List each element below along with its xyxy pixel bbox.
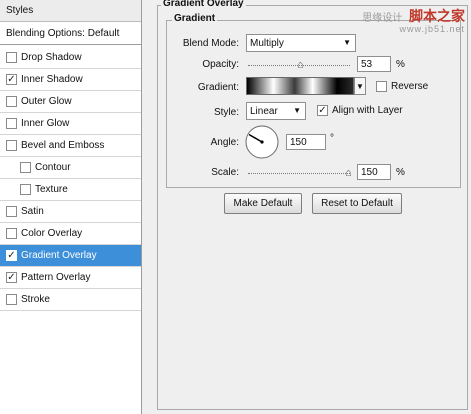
style-item-label: Gradient Overlay — [21, 250, 97, 261]
style-item-label: Contour — [35, 162, 71, 173]
scale-input[interactable]: 150 — [357, 164, 391, 180]
styles-header-label: Styles — [6, 5, 34, 16]
angle-unit: ° — [330, 133, 334, 144]
align-with-layer-checkbox[interactable]: ✓ — [317, 105, 328, 116]
blend-mode-dropdown[interactable]: Multiply ▼ — [246, 34, 356, 52]
style-value: Linear — [250, 105, 278, 117]
gradient-picker[interactable] — [246, 77, 354, 95]
section-title: Gradient Overlay — [161, 0, 246, 9]
reverse-option[interactable]: Reverse — [376, 81, 428, 92]
style-item-inner-glow[interactable]: Inner Glow — [0, 113, 141, 135]
scale-label: Scale: — [211, 167, 239, 178]
scale-unit: % — [396, 167, 405, 178]
gradient-label: Gradient: — [197, 82, 239, 93]
style-item-label: Drop Shadow — [21, 52, 82, 63]
style-item-inner-shadow[interactable]: ✓ Inner Shadow — [0, 69, 141, 91]
bevel-emboss-checkbox[interactable] — [6, 140, 17, 151]
scale-slider-track[interactable] — [248, 173, 350, 174]
make-default-button[interactable]: Make Default — [224, 193, 302, 214]
dropdown-arrow-icon: ▼ — [293, 106, 301, 115]
style-item-label: Outer Glow — [21, 96, 72, 107]
reverse-label: Reverse — [391, 81, 429, 92]
blending-options-item[interactable]: Blending Options: Default — [0, 23, 141, 45]
blend-mode-value: Multiply — [250, 37, 284, 49]
watermark-url: www.jb51.net — [399, 24, 465, 34]
opacity-slider-thumb[interactable]: ⌂ — [297, 60, 304, 71]
blending-options-label: Blending Options: Default — [6, 28, 120, 39]
opacity-label: Opacity: — [202, 59, 239, 70]
style-item-label: Satin — [21, 206, 44, 217]
opacity-value: 53 — [361, 58, 373, 70]
style-item-label: Inner Shadow — [21, 74, 83, 85]
scale-slider-thumb[interactable]: ⌂ — [345, 168, 352, 179]
angle-input[interactable]: 150 — [286, 134, 326, 150]
contour-checkbox[interactable] — [20, 162, 31, 173]
color-overlay-checkbox[interactable] — [6, 228, 17, 239]
style-item-outer-glow[interactable]: Outer Glow — [0, 91, 141, 113]
opacity-unit: % — [396, 59, 405, 70]
style-item-contour[interactable]: Contour — [0, 157, 141, 179]
style-item-stroke[interactable]: Stroke — [0, 289, 141, 311]
inner-glow-checkbox[interactable] — [6, 118, 17, 129]
style-item-bevel-emboss[interactable]: Bevel and Emboss — [0, 135, 141, 157]
style-item-label: Bevel and Emboss — [21, 140, 105, 151]
outer-glow-checkbox[interactable] — [6, 96, 17, 107]
style-item-label: Texture — [35, 184, 68, 195]
stroke-checkbox[interactable] — [6, 294, 17, 305]
reverse-checkbox[interactable] — [376, 81, 387, 92]
settings-panel: Gradient Overlay Gradient Blend Mode: Mu… — [157, 0, 471, 414]
style-item-label: Color Overlay — [21, 228, 83, 239]
styles-list: Styles Blending Options: Default Drop Sh… — [0, 0, 142, 414]
texture-checkbox[interactable] — [20, 184, 31, 195]
style-label: Style: — [213, 107, 239, 118]
style-item-gradient-overlay[interactable]: ✓ Gradient Overlay — [0, 245, 141, 267]
style-item-drop-shadow[interactable]: Drop Shadow — [0, 47, 141, 69]
style-item-label: Inner Glow — [21, 118, 70, 129]
reset-to-default-button[interactable]: Reset to Default — [312, 193, 402, 214]
drop-shadow-checkbox[interactable] — [6, 52, 17, 63]
align-with-layer-option[interactable]: ✓ Align with Layer — [317, 105, 403, 116]
satin-checkbox[interactable] — [6, 206, 17, 217]
style-item-texture[interactable]: Texture — [0, 179, 141, 201]
style-item-label: Pattern Overlay — [21, 272, 91, 283]
angle-value: 150 — [290, 136, 307, 148]
dropdown-arrow-icon: ▼ — [343, 38, 351, 47]
align-with-layer-label: Align with Layer — [332, 105, 403, 116]
style-item-pattern-overlay[interactable]: ✓ Pattern Overlay — [0, 267, 141, 289]
gradient-dropdown-button[interactable]: ▼ — [354, 77, 366, 95]
group-title: Gradient — [172, 13, 218, 24]
styles-header[interactable]: Styles — [0, 0, 141, 22]
watermark-text: 思缘设计 — [362, 13, 403, 24]
watermark-brand: 脚本之家 — [409, 9, 465, 25]
angle-label: Angle: — [210, 137, 239, 148]
chevron-down-icon: ▼ — [356, 81, 364, 91]
inner-shadow-checkbox[interactable]: ✓ — [6, 74, 17, 85]
scale-value: 150 — [361, 166, 378, 178]
watermark: 思缘设计 脚本之家 www.jb51.net — [362, 6, 465, 34]
blend-mode-label: Blend Mode: — [182, 38, 239, 49]
style-item-label: Stroke — [21, 294, 50, 305]
opacity-input[interactable]: 53 — [357, 56, 391, 72]
style-item-satin[interactable]: Satin — [0, 201, 141, 223]
pattern-overlay-checkbox[interactable]: ✓ — [6, 272, 17, 283]
style-dropdown[interactable]: Linear ▼ — [246, 102, 306, 120]
angle-dial[interactable] — [244, 124, 280, 160]
style-item-color-overlay[interactable]: Color Overlay — [0, 223, 141, 245]
gradient-overlay-checkbox[interactable]: ✓ — [6, 250, 17, 261]
